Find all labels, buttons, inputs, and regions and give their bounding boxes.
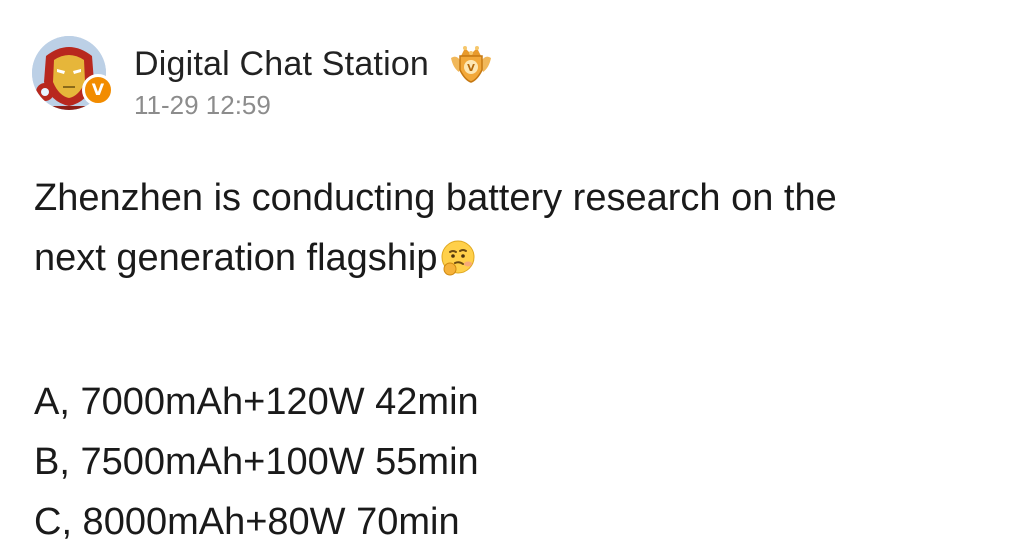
weibo-post: V Digital Chat Station V 11-29 12:59 Zhe… xyxy=(0,0,1024,553)
post-text-line-1: Zhenzhen is conducting battery research … xyxy=(34,177,837,219)
option-a: A, 7000mAh+120W 42min xyxy=(34,381,479,423)
author-avatar-container[interactable]: V xyxy=(32,36,114,112)
verified-badge: V xyxy=(82,74,114,106)
option-c: C, 8000mAh+80W 70min xyxy=(34,501,460,543)
option-b: B, 7500mAh+100W 55min xyxy=(34,441,479,483)
author-name[interactable]: Digital Chat Station xyxy=(134,45,429,84)
post-timestamp: 11-29 12:59 xyxy=(134,90,271,120)
svg-text:V: V xyxy=(467,63,475,74)
thinking-face-emoji-icon xyxy=(441,240,475,276)
post-text-line-2-text: next generation flagship xyxy=(34,237,438,279)
crown-icon: V xyxy=(451,46,492,83)
post-content: Zhenzhen is conducting battery research … xyxy=(34,168,1004,552)
author-header: Digital Chat Station V xyxy=(134,42,493,86)
post-text-line-2: next generation flagship xyxy=(34,228,1004,288)
